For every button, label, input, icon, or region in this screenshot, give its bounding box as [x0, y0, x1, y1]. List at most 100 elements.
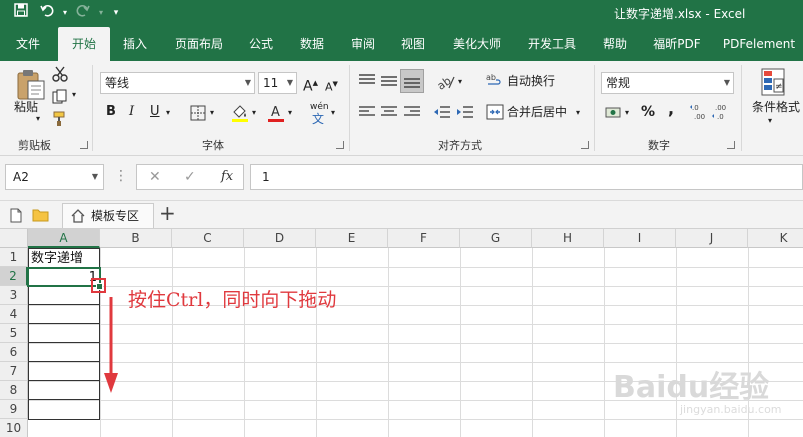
font-launcher-icon[interactable] [336, 141, 344, 149]
folder-icon[interactable] [32, 208, 49, 222]
increase-indent-icon[interactable] [456, 105, 474, 119]
alignment-launcher-icon[interactable] [581, 141, 589, 149]
tab-file[interactable]: 文件 [4, 27, 52, 61]
merge-center-button[interactable]: 合并后居中 [507, 102, 567, 122]
formula-bar-grip-icon[interactable]: ⋮ [114, 166, 128, 186]
row-header[interactable]: 4 [0, 305, 28, 324]
wrap-text-icon[interactable]: ab [486, 73, 502, 89]
tab-formulas[interactable]: 公式 [240, 27, 282, 61]
tab-page-layout[interactable]: 页面布局 [166, 27, 232, 61]
bold-button[interactable]: B [106, 102, 116, 122]
paste-dropdown-icon[interactable]: ▾ [36, 109, 40, 129]
column-header[interactable]: B [100, 229, 172, 248]
decrease-indent-icon[interactable] [433, 105, 451, 119]
undo-icon[interactable] [36, 3, 58, 24]
tab-template-zone[interactable]: 模板专区 [62, 203, 154, 228]
redo-icon[interactable] [72, 3, 94, 24]
conditional-formatting-dropdown-icon[interactable]: ▾ [768, 111, 772, 131]
cut-icon[interactable] [52, 66, 68, 82]
borders-dropdown-icon[interactable]: ▾ [210, 103, 214, 123]
percent-style-button[interactable]: % [641, 102, 655, 122]
borders-icon[interactable] [190, 105, 206, 121]
fill-color-dropdown-icon[interactable]: ▾ [252, 103, 256, 123]
select-all-corner[interactable] [0, 229, 28, 248]
paste-icon[interactable] [14, 67, 48, 101]
merge-center-icon[interactable] [486, 104, 504, 120]
column-header[interactable]: A [28, 229, 100, 248]
new-file-icon[interactable] [10, 208, 22, 223]
accounting-format-icon[interactable] [605, 105, 623, 121]
font-color-icon[interactable]: A [266, 103, 286, 123]
row-header[interactable]: 1 [0, 248, 28, 267]
fill-color-icon[interactable] [230, 103, 250, 123]
underline-dropdown-icon[interactable]: ▾ [166, 103, 170, 123]
number-format-combo[interactable]: 常规 ▼ [601, 72, 734, 94]
copy-icon[interactable] [52, 89, 68, 105]
row-header[interactable]: 9 [0, 400, 28, 419]
decrease-font-button[interactable]: A▼ [325, 74, 338, 98]
tab-view[interactable]: 视图 [392, 27, 434, 61]
tab-developer[interactable]: 开发工具 [520, 27, 584, 61]
paste-button[interactable]: 粘贴 [14, 97, 38, 117]
row-header[interactable]: 7 [0, 362, 28, 381]
column-header[interactable]: H [532, 229, 604, 248]
column-header[interactable]: E [316, 229, 388, 248]
active-cell-selection[interactable] [27, 267, 101, 287]
add-tab-button[interactable]: + [159, 203, 176, 223]
align-left-icon[interactable] [358, 105, 376, 119]
spreadsheet-grid[interactable]: A B C D E F G H I J K 1 2 3 4 5 6 7 8 9 … [0, 229, 803, 437]
tab-foxit-pdf[interactable]: 福昕PDF [646, 27, 708, 61]
underline-button[interactable]: U [150, 102, 160, 122]
increase-font-button[interactable]: A▲ [303, 73, 318, 97]
clipboard-launcher-icon[interactable] [80, 141, 88, 149]
align-top-icon[interactable] [358, 73, 376, 89]
font-name-combo[interactable]: 等线 ▼ [100, 72, 255, 94]
orientation-dropdown-icon[interactable]: ▾ [458, 72, 462, 92]
decrease-decimal-icon[interactable]: .00.0 [712, 103, 730, 121]
number-launcher-icon[interactable] [727, 141, 735, 149]
column-header[interactable]: J [676, 229, 748, 248]
row-header[interactable]: 8 [0, 381, 28, 400]
font-color-dropdown-icon[interactable]: ▾ [288, 103, 292, 123]
cancel-entry-icon[interactable]: ✕ [149, 165, 161, 189]
format-painter-icon[interactable] [52, 111, 68, 127]
copy-dropdown-icon[interactable]: ▾ [72, 85, 76, 105]
italic-button[interactable]: I [129, 102, 134, 122]
row-header[interactable]: 10 [0, 419, 28, 437]
column-header[interactable]: D [244, 229, 316, 248]
row-header[interactable]: 3 [0, 286, 28, 305]
tab-review[interactable]: 审阅 [342, 27, 384, 61]
customize-qat-icon[interactable]: ▾ [108, 3, 124, 23]
row-header[interactable]: 5 [0, 324, 28, 343]
insert-function-button[interactable]: fx [221, 165, 233, 189]
row-header[interactable]: 6 [0, 343, 28, 362]
tab-beautify[interactable]: 美化大师 [444, 27, 510, 61]
tab-data[interactable]: 数据 [290, 27, 334, 61]
undo-dropdown-icon[interactable]: ▾ [60, 3, 70, 23]
redo-dropdown-icon[interactable]: ▾ [96, 3, 106, 23]
tab-insert[interactable]: 插入 [112, 27, 158, 61]
comma-style-button[interactable]: , [668, 99, 674, 119]
orientation-icon[interactable]: ab [436, 73, 456, 91]
align-bottom-button[interactable] [400, 69, 424, 93]
align-right-icon[interactable] [403, 105, 421, 119]
align-middle-icon[interactable] [380, 73, 398, 89]
conditional-formatting-button[interactable]: 条件格式 [752, 97, 800, 117]
tab-pdfelement[interactable]: PDFelement [718, 27, 800, 61]
phonetic-dropdown-icon[interactable]: ▾ [331, 103, 335, 123]
wrap-text-button[interactable]: 自动换行 [507, 71, 555, 91]
formula-input[interactable]: 1 [250, 164, 803, 190]
confirm-entry-icon[interactable]: ✓ [184, 165, 196, 189]
column-header[interactable]: G [460, 229, 532, 248]
save-icon[interactable] [8, 2, 34, 24]
fill-handle[interactable] [96, 283, 103, 290]
tab-help[interactable]: 帮助 [594, 27, 636, 61]
align-center-icon[interactable] [380, 105, 398, 119]
accounting-dropdown-icon[interactable]: ▾ [625, 103, 629, 123]
column-header[interactable]: C [172, 229, 244, 248]
font-size-combo[interactable]: 11 ▼ [258, 72, 297, 94]
column-header[interactable]: F [388, 229, 460, 248]
increase-decimal-icon[interactable]: .0.00 [690, 103, 708, 121]
cell-a1[interactable]: 数字递增 [31, 249, 83, 268]
tab-home[interactable]: 开始 [58, 27, 110, 61]
